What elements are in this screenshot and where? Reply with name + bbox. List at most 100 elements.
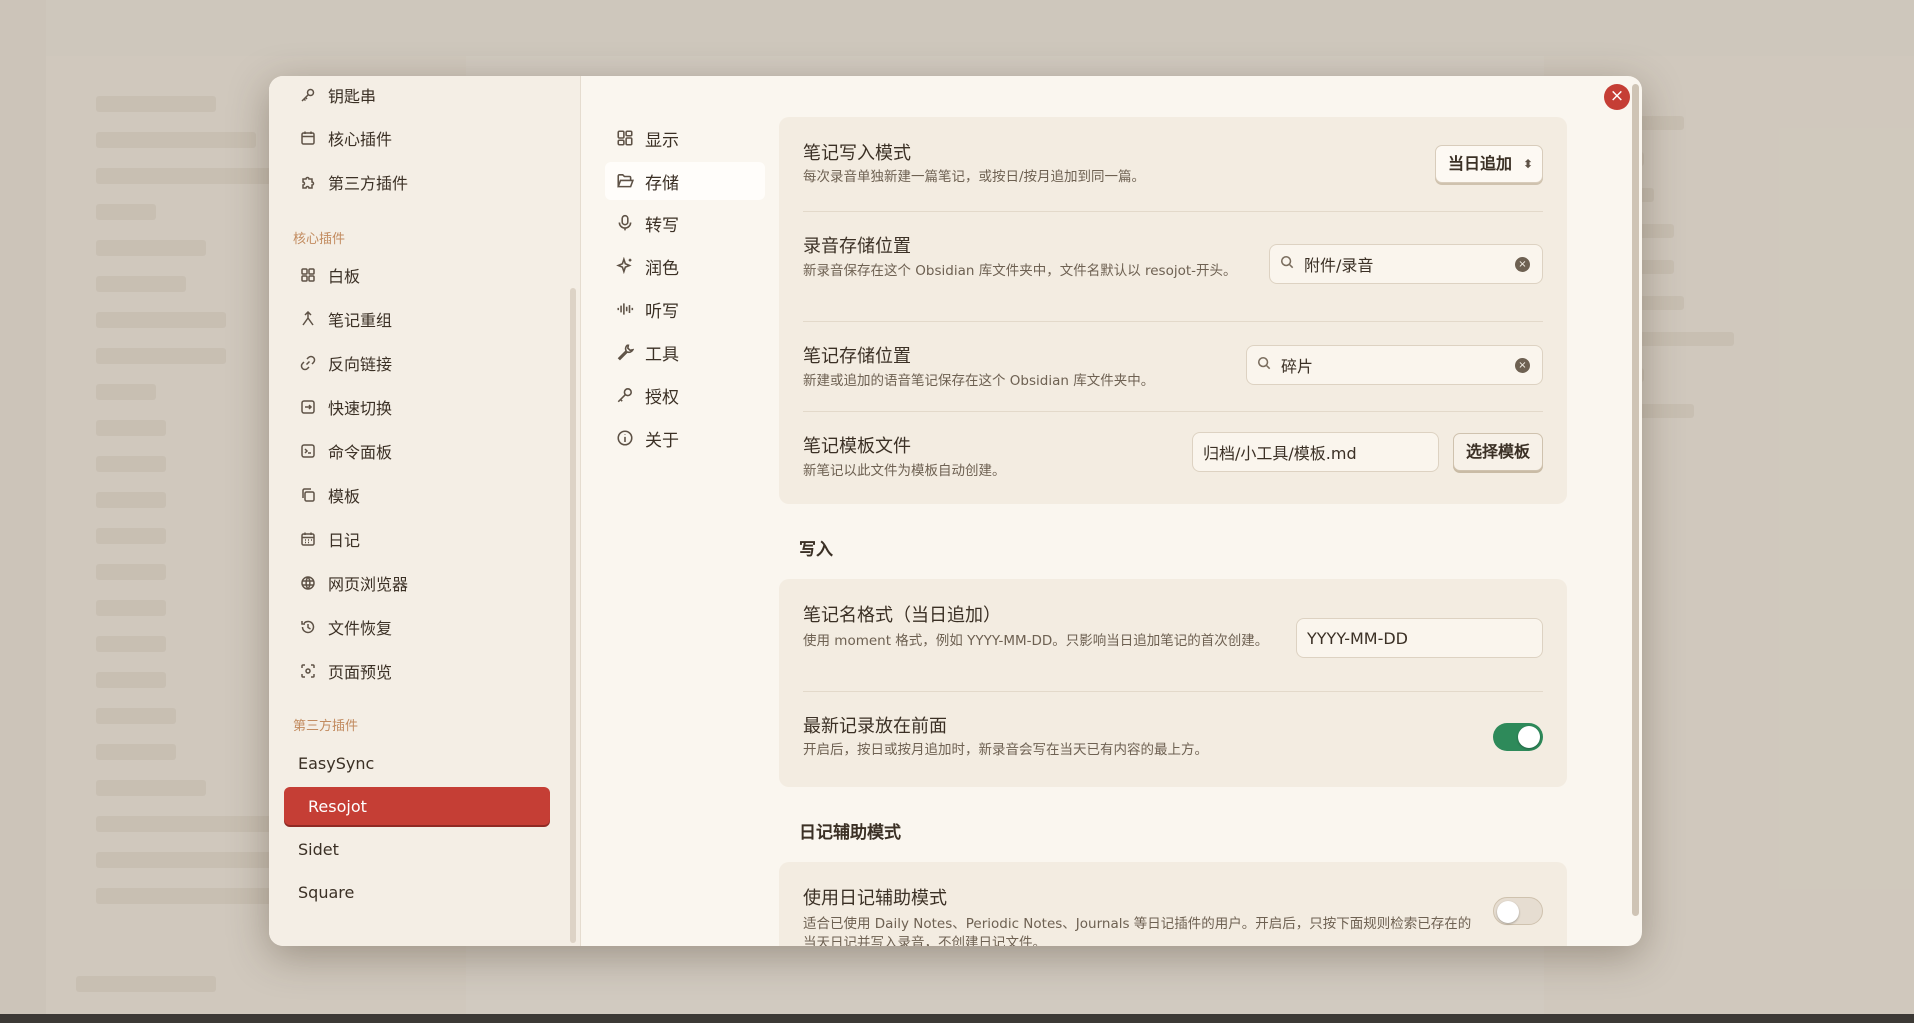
settings-sidebar: 钥匙串 核心插件 第三方插件 核心插件 白板 笔记重组 反向链接 快速切换 命令… <box>269 76 581 946</box>
tab-label: 工具 <box>645 344 679 365</box>
setting-desc: 使用 moment 格式，例如 YYYY-MM-DD。只影响当日追加笔记的首次创… <box>803 633 1269 649</box>
setting-title: 录音存储位置 <box>803 236 911 257</box>
tab-display[interactable]: 显示 <box>605 119 765 157</box>
sidebar-item-daily-notes[interactable]: 日记 <box>293 522 563 556</box>
choose-template-button[interactable]: 选择模板 <box>1452 433 1543 471</box>
sidebar-item-page-preview[interactable]: 页面预览 <box>293 654 563 688</box>
close-icon: × <box>1609 86 1625 106</box>
template-file-input[interactable] <box>1192 432 1439 472</box>
tab-storage[interactable]: 存储 <box>605 162 765 200</box>
scan-eye-icon <box>298 661 318 681</box>
audio-location-search[interactable]: × <box>1269 244 1543 284</box>
setting-title: 笔记名格式（当日追加） <box>803 605 1001 626</box>
tab-license[interactable]: 授权 <box>605 376 765 414</box>
sidebar-item-label: 第三方插件 <box>328 174 409 193</box>
storage-settings-card: 笔记写入模式 每次录音单独新建一篇笔记，或按日/按月追加到同一篇。 当日追加 ⬍… <box>779 117 1567 504</box>
tab-label: 润色 <box>645 258 679 279</box>
tab-transcribe[interactable]: 转写 <box>605 204 765 242</box>
tab-about[interactable]: 关于 <box>605 419 765 457</box>
use-daily-toggle[interactable] <box>1493 897 1543 925</box>
close-button[interactable]: × <box>1604 84 1630 110</box>
globe-icon <box>298 573 318 593</box>
setting-use-daily: 使用日记辅助模式 适合已使用 Daily Notes、Periodic Note… <box>803 862 1543 946</box>
toggle-knob <box>1518 726 1540 748</box>
clear-icon[interactable]: × <box>1515 357 1530 373</box>
content-scrollbar[interactable] <box>1632 84 1639 916</box>
sidebar-item-file-recovery[interactable]: 文件恢复 <box>293 610 563 644</box>
setting-desc: 开启后，按日或按月追加时，新录音会写在当天已有内容的最上方。 <box>803 742 1208 758</box>
sidebar-item-label: Resojot <box>308 796 367 816</box>
sidebar-item-note-composer[interactable]: 笔记重组 <box>293 302 563 336</box>
sidebar-item-third-party-plugins[interactable]: 第三方插件 <box>293 165 563 199</box>
sidebar-item-label: 模板 <box>328 487 361 506</box>
daily-section-heading: 日记辅助模式 <box>799 823 901 843</box>
audio-location-input[interactable] <box>1304 254 1504 274</box>
chevron-up-down-icon: ⬍ <box>1522 157 1533 171</box>
merge-icon <box>298 309 318 329</box>
sidebar-item-label: 白板 <box>328 267 361 286</box>
tab-dictation[interactable]: 听写 <box>605 290 765 328</box>
sidebar-item-resojot[interactable]: Resojot <box>284 787 550 825</box>
tab-polish[interactable]: 润色 <box>605 247 765 285</box>
sidebar-item-label: 钥匙串 <box>328 87 377 106</box>
sidebar-item-label: 页面预览 <box>328 663 393 682</box>
setting-desc: 新录音保存在这个 Obsidian 库文件夹中，文件名默认以 resojot-开… <box>803 263 1237 279</box>
sidebar-item-keychain[interactable]: 钥匙串 <box>293 78 563 112</box>
note-location-search[interactable]: × <box>1246 345 1543 385</box>
calendar-icon <box>298 529 318 549</box>
key-round-icon <box>615 385 635 405</box>
tab-tools[interactable]: 工具 <box>605 333 765 371</box>
setting-title: 笔记写入模式 <box>803 143 911 164</box>
sparkles-icon <box>615 256 635 276</box>
setting-write-mode: 笔记写入模式 每次录音单独新建一篇笔记，或按日/按月追加到同一篇。 当日追加 ⬍ <box>803 117 1543 212</box>
sidebar-item-label: 日记 <box>328 531 361 550</box>
tab-label: 显示 <box>645 130 679 151</box>
plugin-tab-list: 显示 存储 转写 润色 听写 工具 授权 关于 <box>581 76 781 946</box>
sidebar-item-square[interactable]: Square <box>293 875 563 909</box>
link-icon <box>298 353 318 373</box>
sidebar-item-backlinks[interactable]: 反向链接 <box>293 346 563 380</box>
setting-desc: 每次录音单独新建一篇笔记，或按日/按月追加到同一篇。 <box>803 169 1146 185</box>
info-icon <box>615 428 635 448</box>
core-plugins-section-label: 核心插件 <box>293 232 346 247</box>
setting-title: 笔记存储位置 <box>803 346 911 367</box>
sidebar-item-easysync[interactable]: EasySync <box>293 746 563 780</box>
third-party-section-label: 第三方插件 <box>293 719 359 734</box>
setting-name-format: 笔记名格式（当日追加） 使用 moment 格式，例如 YYYY-MM-DD。只… <box>803 579 1543 692</box>
tab-label: 关于 <box>645 430 679 451</box>
setting-title: 最新记录放在前面 <box>803 716 947 737</box>
microphone-icon <box>615 213 635 233</box>
name-format-input[interactable] <box>1296 618 1543 658</box>
daily-settings-card: 使用日记辅助模式 适合已使用 Daily Notes、Periodic Note… <box>779 862 1567 946</box>
canvas-icon <box>298 265 318 285</box>
sidebar-item-command-palette[interactable]: 命令面板 <box>293 434 563 468</box>
toggle-knob <box>1497 901 1519 923</box>
clear-icon[interactable]: × <box>1515 256 1530 272</box>
sidebar-item-quick-switcher[interactable]: 快速切换 <box>293 390 563 424</box>
sidebar-item-canvas[interactable]: 白板 <box>293 258 563 292</box>
search-icon <box>1280 255 1296 273</box>
setting-newest-first: 最新记录放在前面 开启后，按日或按月追加时，新录音会写在当天已有内容的最上方。 <box>803 692 1543 787</box>
write-mode-value: 当日追加 <box>1447 154 1512 173</box>
sidebar-item-web-viewer[interactable]: 网页浏览器 <box>293 566 563 600</box>
setting-audio-location: 录音存储位置 新录音保存在这个 Obsidian 库文件夹中，文件名默认以 re… <box>803 212 1543 322</box>
switch-icon <box>298 397 318 417</box>
sidebar-item-sidet[interactable]: Sidet <box>293 832 563 866</box>
setting-template-file: 笔记模板文件 新笔记以此文件为模板自动创建。 选择模板 <box>803 412 1543 504</box>
note-location-input[interactable] <box>1281 355 1481 375</box>
calendar-icon <box>298 128 318 148</box>
setting-title: 笔记模板文件 <box>803 436 911 457</box>
terminal-icon <box>298 441 318 461</box>
sidebar-item-label: 笔记重组 <box>328 311 393 330</box>
layout-icon <box>615 128 635 148</box>
newest-first-toggle[interactable] <box>1493 723 1543 751</box>
sidebar-item-core-plugins[interactable]: 核心插件 <box>293 121 563 155</box>
sidebar-item-label: 快速切换 <box>328 399 393 418</box>
write-mode-dropdown[interactable]: 当日追加 ⬍ <box>1434 145 1543 183</box>
folder-open-icon <box>615 171 635 191</box>
sidebar-item-templates[interactable]: 模板 <box>293 478 563 512</box>
key-icon <box>298 85 318 105</box>
sidebar-item-label: Square <box>298 882 355 902</box>
puzzle-icon <box>298 172 318 192</box>
sidebar-scrollbar[interactable] <box>570 288 576 943</box>
